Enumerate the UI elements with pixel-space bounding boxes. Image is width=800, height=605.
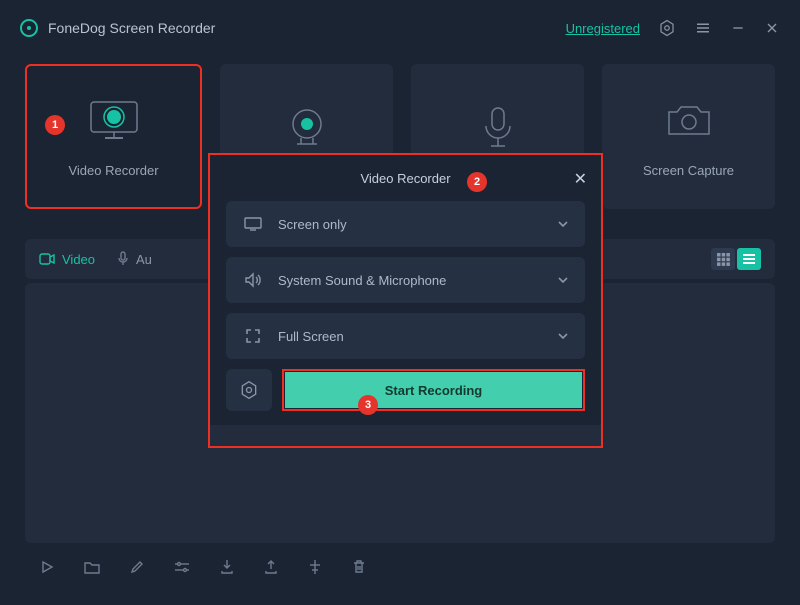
pin-icon[interactable] xyxy=(308,559,322,580)
annotation-badge-3: 3 xyxy=(358,395,378,415)
dialog-close-icon[interactable]: ✕ xyxy=(574,169,587,189)
play-icon[interactable] xyxy=(40,560,54,579)
trash-icon[interactable] xyxy=(352,559,366,580)
settings-gear-icon[interactable] xyxy=(658,19,676,37)
tab-audio[interactable]: Au xyxy=(117,251,152,267)
menu-icon[interactable] xyxy=(694,19,712,37)
grid-view-button[interactable] xyxy=(711,248,735,270)
mode-video-recorder[interactable]: Video Recorder xyxy=(25,64,202,209)
screen-mode-dropdown[interactable]: Screen only xyxy=(226,201,585,247)
titlebar: FoneDog Screen Recorder Unregistered xyxy=(0,0,800,56)
option-label: Screen only xyxy=(278,217,347,232)
fullscreen-icon xyxy=(242,328,264,344)
edit-icon[interactable] xyxy=(130,560,144,579)
bottom-toolbar xyxy=(0,543,800,596)
option-label: Full Screen xyxy=(278,329,344,344)
tab-video[interactable]: Video xyxy=(39,252,95,267)
sliders-icon[interactable] xyxy=(174,560,190,579)
chevron-down-icon xyxy=(557,327,569,345)
video-recorder-dialog: Video Recorder ✕ Screen only System Soun… xyxy=(210,155,601,425)
annotation-badge-1: 1 xyxy=(45,115,65,135)
audio-mode-dropdown[interactable]: System Sound & Microphone xyxy=(226,257,585,303)
mode-screen-capture[interactable]: Screen Capture xyxy=(602,64,775,209)
mode-label: Screen Capture xyxy=(643,163,734,178)
share-icon[interactable] xyxy=(264,559,278,580)
minimize-icon[interactable] xyxy=(730,20,746,36)
unregistered-link[interactable]: Unregistered xyxy=(566,21,640,36)
app-title: FoneDog Screen Recorder xyxy=(48,20,215,36)
close-icon[interactable] xyxy=(764,20,780,36)
start-recording-button[interactable]: Start Recording xyxy=(285,372,582,408)
monitor-icon xyxy=(83,95,145,145)
annotation-badge-2: 2 xyxy=(467,172,487,192)
speaker-icon xyxy=(242,272,264,288)
tab-label: Video xyxy=(62,252,95,267)
dialog-title: Video Recorder xyxy=(360,171,450,186)
folder-icon[interactable] xyxy=(84,560,100,579)
recorder-settings-button[interactable] xyxy=(226,369,272,411)
chevron-down-icon xyxy=(557,215,569,233)
annotation-frame-start: Start Recording xyxy=(282,369,585,411)
chevron-down-icon xyxy=(557,271,569,289)
tab-label: Au xyxy=(136,252,152,267)
monitor-icon xyxy=(242,217,264,231)
list-view-button[interactable] xyxy=(737,248,761,270)
view-toggle xyxy=(711,248,761,270)
mode-label: Video Recorder xyxy=(68,163,158,178)
download-icon[interactable] xyxy=(220,559,234,580)
app-logo-icon xyxy=(20,19,38,37)
area-mode-dropdown[interactable]: Full Screen xyxy=(226,313,585,359)
webcam-icon xyxy=(283,103,331,153)
microphone-icon xyxy=(478,103,518,153)
camera-icon xyxy=(663,95,715,145)
option-label: System Sound & Microphone xyxy=(278,273,446,288)
